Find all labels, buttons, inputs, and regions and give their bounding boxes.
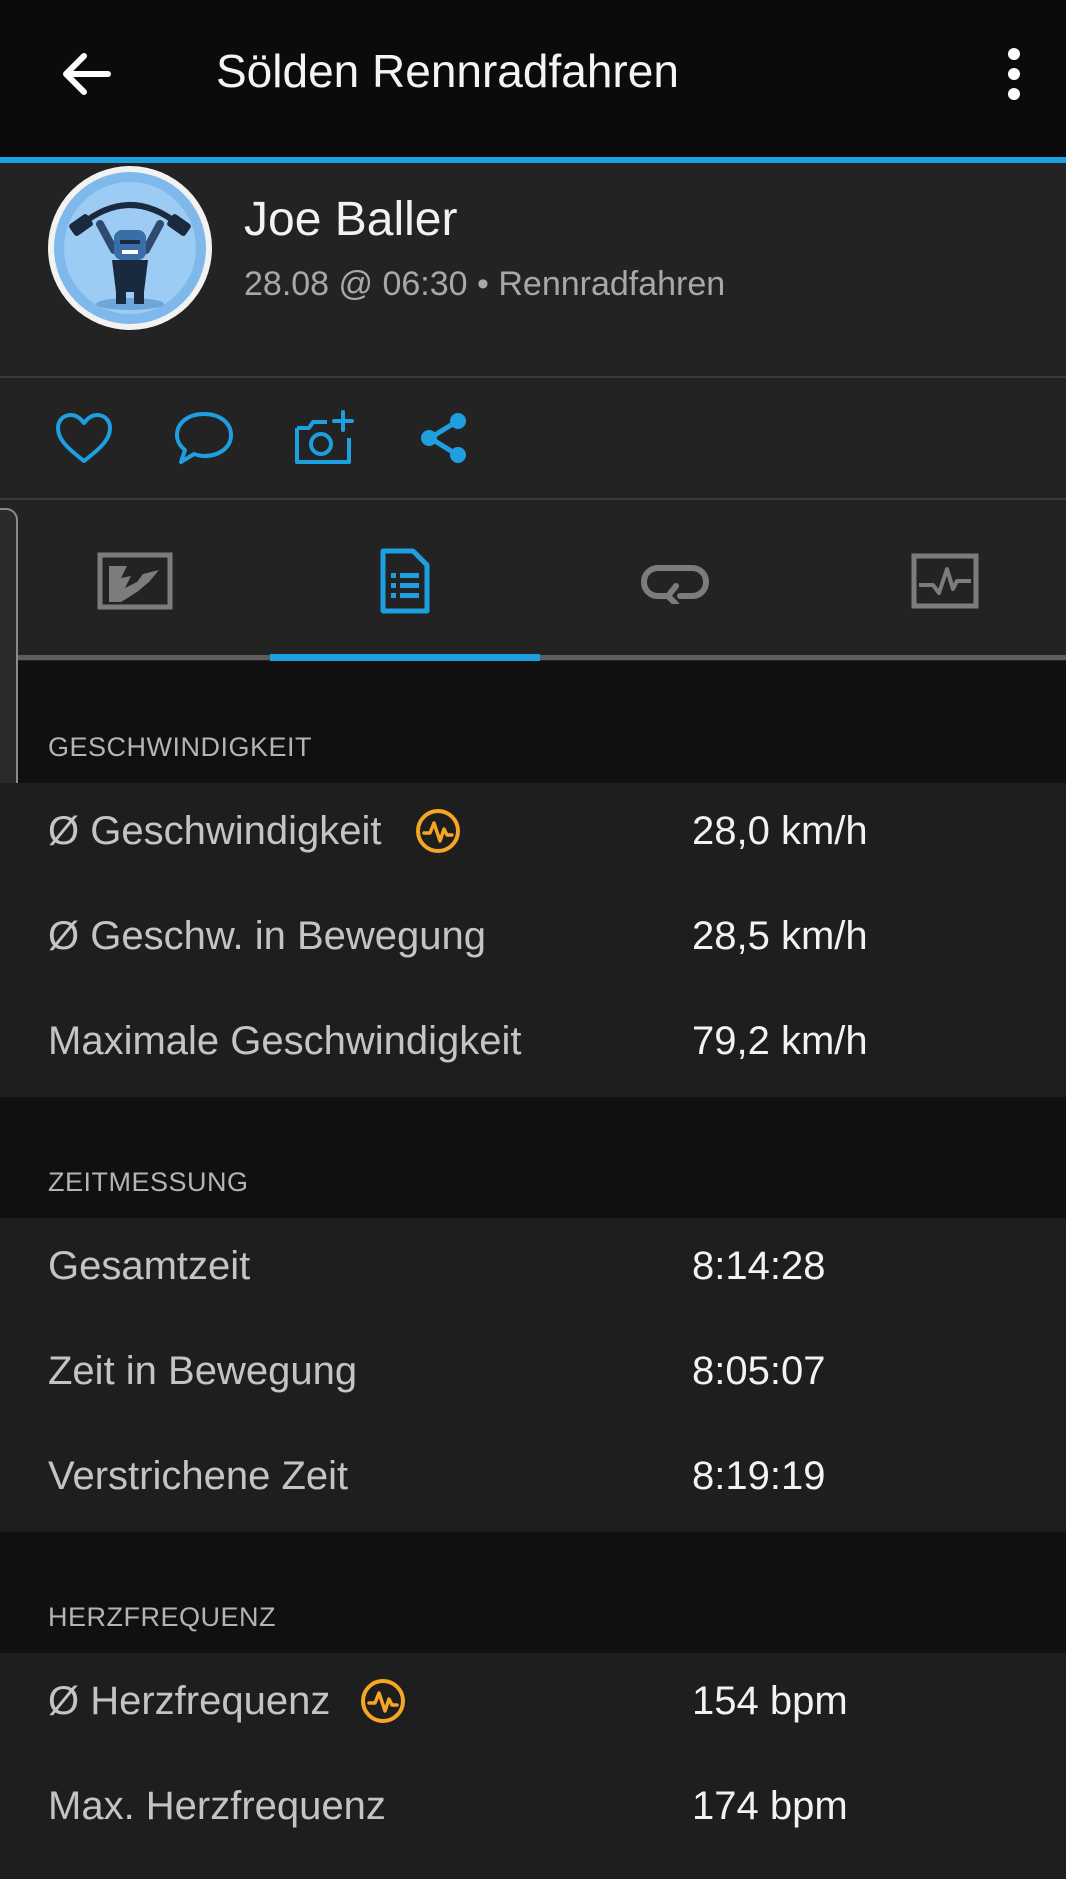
detail-tabs bbox=[0, 500, 1066, 661]
stat-value: 8:05:07 bbox=[692, 1349, 826, 1393]
section-title-heart-rate: HERZFREQUENZ bbox=[48, 1602, 276, 1632]
stat-row: Ø Geschwindigkeit 28,0 km/h bbox=[0, 783, 1066, 888]
user-name[interactable]: Joe Baller bbox=[244, 192, 457, 247]
stat-label: Ø Herzfrequenz bbox=[48, 1679, 331, 1723]
more-vertical-icon bbox=[1008, 48, 1020, 100]
heart-icon bbox=[56, 413, 112, 463]
section-title-timing: ZEITMESSUNG bbox=[48, 1167, 249, 1197]
stat-row: Ø Herzfrequenz 154 bpm bbox=[0, 1653, 1066, 1758]
timing-section: Gesamtzeit 8:14:28 Zeit in Bewegung 8:05… bbox=[0, 1218, 1066, 1532]
stat-label: Ø Geschw. in Bewegung bbox=[48, 914, 487, 958]
camera-plus-icon bbox=[295, 410, 354, 464]
share-button[interactable] bbox=[406, 402, 482, 474]
stat-row: Max. Herzfrequenz 174 bpm bbox=[0, 1758, 1066, 1863]
like-button[interactable] bbox=[46, 402, 122, 474]
stat-value: 8:14:28 bbox=[692, 1244, 826, 1288]
tab-charts[interactable] bbox=[810, 500, 1066, 661]
document-list-icon bbox=[380, 548, 430, 613]
stat-label: Max. Herzfrequenz bbox=[48, 1784, 386, 1828]
stat-label: Zeit in Bewegung bbox=[48, 1349, 358, 1393]
stat-value: 8:19:19 bbox=[692, 1454, 826, 1498]
stat-row: Ø Geschw. in Bewegung 28,5 km/h bbox=[0, 888, 1066, 993]
stat-value: 174 bpm bbox=[692, 1784, 848, 1828]
stat-label: Gesamtzeit bbox=[48, 1244, 251, 1288]
overflow-menu-button[interactable] bbox=[986, 36, 1042, 112]
heart-rate-zone-icon[interactable] bbox=[414, 807, 462, 855]
heart-rate-section: Ø Herzfrequenz 154 bpm Max. Herzfrequenz… bbox=[0, 1653, 1066, 1879]
action-bar bbox=[0, 378, 1066, 498]
chart-icon bbox=[911, 553, 979, 608]
tab-stats[interactable] bbox=[270, 500, 540, 661]
map-icon bbox=[97, 552, 173, 609]
loop-icon bbox=[640, 564, 710, 604]
tab-map[interactable] bbox=[0, 500, 270, 661]
stat-row: Zeit in Bewegung 8:05:07 bbox=[0, 1323, 1066, 1428]
heart-rate-zone-icon[interactable] bbox=[359, 1677, 407, 1725]
stat-row: Verstrichene Zeit 8:19:19 bbox=[0, 1428, 1066, 1533]
activity-meta: 28.08 @ 06:30 • Rennradfahren bbox=[244, 265, 726, 303]
comment-button[interactable] bbox=[166, 402, 242, 474]
activity-header: Joe Baller 28.08 @ 06:30 • Rennradfahren bbox=[0, 163, 1066, 376]
section-title-speed: GESCHWINDIGKEIT bbox=[48, 732, 313, 762]
app-bar: Sölden Rennradfahren bbox=[0, 0, 1066, 157]
tab-selected-indicator bbox=[270, 654, 540, 661]
tab-laps[interactable] bbox=[540, 500, 810, 661]
add-photo-button[interactable] bbox=[286, 402, 362, 474]
stat-label: Verstrichene Zeit bbox=[48, 1454, 349, 1498]
avatar[interactable] bbox=[48, 166, 212, 330]
stat-row: Gesamtzeit 8:14:28 bbox=[0, 1218, 1066, 1323]
stat-row: Maximale Geschwindigkeit 79,2 km/h bbox=[0, 993, 1066, 1098]
stat-value: 154 bpm bbox=[692, 1679, 848, 1723]
share-icon bbox=[421, 413, 466, 463]
stat-label: Maximale Geschwindigkeit bbox=[48, 1019, 522, 1063]
page-title: Sölden Rennradfahren bbox=[216, 45, 679, 97]
stat-value: 28,0 km/h bbox=[692, 809, 868, 853]
stat-label: Ø Geschwindigkeit bbox=[48, 809, 382, 853]
weightlifter-avatar-icon bbox=[54, 172, 206, 324]
comment-icon bbox=[175, 412, 233, 464]
stat-value: 79,2 km/h bbox=[692, 1019, 868, 1063]
back-button[interactable] bbox=[44, 36, 128, 112]
speed-section: Ø Geschwindigkeit 28,0 km/h Ø Geschw. in… bbox=[0, 783, 1066, 1097]
arrow-left-icon bbox=[63, 53, 111, 95]
stat-value: 28,5 km/h bbox=[692, 914, 868, 958]
